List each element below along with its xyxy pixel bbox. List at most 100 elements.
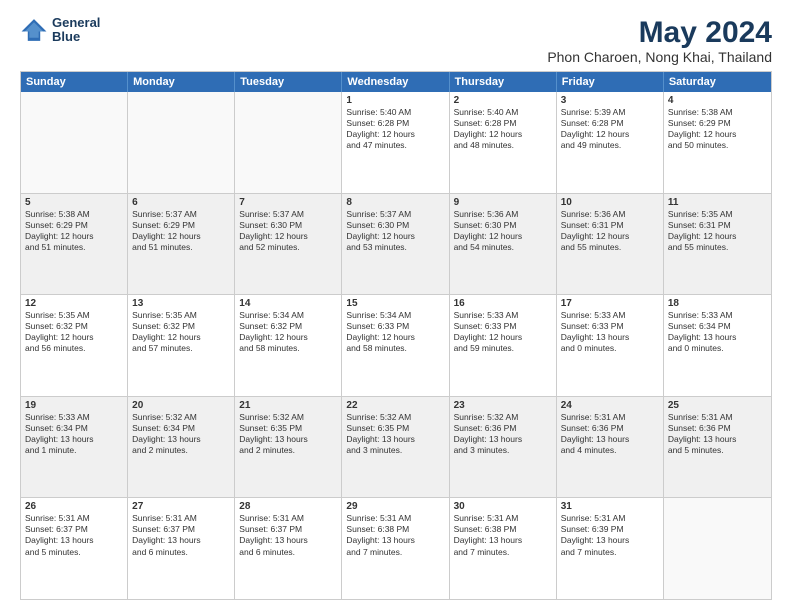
header-thursday: Thursday — [450, 72, 557, 92]
calendar-cell: 6Sunrise: 5:37 AM Sunset: 6:29 PM Daylig… — [128, 194, 235, 295]
cell-text: Sunrise: 5:34 AM Sunset: 6:33 PM Dayligh… — [346, 310, 444, 354]
logo-text: General Blue — [52, 16, 100, 45]
day-number: 12 — [25, 298, 123, 309]
day-number: 22 — [346, 400, 444, 411]
day-number: 14 — [239, 298, 337, 309]
cell-text: Sunrise: 5:33 AM Sunset: 6:34 PM Dayligh… — [25, 412, 123, 456]
day-number: 15 — [346, 298, 444, 309]
day-number: 27 — [132, 501, 230, 512]
day-number: 9 — [454, 197, 552, 208]
cell-text: Sunrise: 5:37 AM Sunset: 6:29 PM Dayligh… — [132, 209, 230, 253]
day-number: 17 — [561, 298, 659, 309]
calendar-cell: 31Sunrise: 5:31 AM Sunset: 6:39 PM Dayli… — [557, 498, 664, 599]
cell-text: Sunrise: 5:31 AM Sunset: 6:36 PM Dayligh… — [561, 412, 659, 456]
calendar-cell: 5Sunrise: 5:38 AM Sunset: 6:29 PM Daylig… — [21, 194, 128, 295]
cell-text: Sunrise: 5:31 AM Sunset: 6:38 PM Dayligh… — [346, 513, 444, 557]
cell-text: Sunrise: 5:34 AM Sunset: 6:32 PM Dayligh… — [239, 310, 337, 354]
cell-text: Sunrise: 5:38 AM Sunset: 6:29 PM Dayligh… — [668, 107, 767, 151]
header-tuesday: Tuesday — [235, 72, 342, 92]
day-number: 31 — [561, 501, 659, 512]
cell-text: Sunrise: 5:31 AM Sunset: 6:37 PM Dayligh… — [25, 513, 123, 557]
cell-text: Sunrise: 5:33 AM Sunset: 6:33 PM Dayligh… — [454, 310, 552, 354]
day-number: 16 — [454, 298, 552, 309]
day-number: 10 — [561, 197, 659, 208]
day-number: 23 — [454, 400, 552, 411]
calendar-row-0: 1Sunrise: 5:40 AM Sunset: 6:28 PM Daylig… — [21, 92, 771, 193]
day-number: 30 — [454, 501, 552, 512]
day-number: 24 — [561, 400, 659, 411]
calendar-cell: 15Sunrise: 5:34 AM Sunset: 6:33 PM Dayli… — [342, 295, 449, 396]
calendar-cell: 3Sunrise: 5:39 AM Sunset: 6:28 PM Daylig… — [557, 92, 664, 193]
cell-text: Sunrise: 5:33 AM Sunset: 6:33 PM Dayligh… — [561, 310, 659, 354]
day-number: 8 — [346, 197, 444, 208]
cell-text: Sunrise: 5:32 AM Sunset: 6:36 PM Dayligh… — [454, 412, 552, 456]
cell-text: Sunrise: 5:35 AM Sunset: 6:32 PM Dayligh… — [132, 310, 230, 354]
calendar-cell: 16Sunrise: 5:33 AM Sunset: 6:33 PM Dayli… — [450, 295, 557, 396]
day-number: 18 — [668, 298, 767, 309]
cell-text: Sunrise: 5:40 AM Sunset: 6:28 PM Dayligh… — [346, 107, 444, 151]
calendar-cell: 14Sunrise: 5:34 AM Sunset: 6:32 PM Dayli… — [235, 295, 342, 396]
calendar-cell: 30Sunrise: 5:31 AM Sunset: 6:38 PM Dayli… — [450, 498, 557, 599]
calendar-cell: 26Sunrise: 5:31 AM Sunset: 6:37 PM Dayli… — [21, 498, 128, 599]
day-number: 28 — [239, 501, 337, 512]
header-sunday: Sunday — [21, 72, 128, 92]
calendar-header: Sunday Monday Tuesday Wednesday Thursday… — [21, 72, 771, 92]
calendar-cell: 13Sunrise: 5:35 AM Sunset: 6:32 PM Dayli… — [128, 295, 235, 396]
cell-text: Sunrise: 5:37 AM Sunset: 6:30 PM Dayligh… — [239, 209, 337, 253]
calendar-body: 1Sunrise: 5:40 AM Sunset: 6:28 PM Daylig… — [21, 92, 771, 599]
cell-text: Sunrise: 5:32 AM Sunset: 6:35 PM Dayligh… — [239, 412, 337, 456]
calendar-cell: 18Sunrise: 5:33 AM Sunset: 6:34 PM Dayli… — [664, 295, 771, 396]
title-block: May 2024 Phon Charoen, Nong Khai, Thaila… — [547, 16, 772, 65]
cell-text: Sunrise: 5:31 AM Sunset: 6:38 PM Dayligh… — [454, 513, 552, 557]
logo-icon — [20, 16, 48, 44]
header-saturday: Saturday — [664, 72, 771, 92]
calendar-cell: 12Sunrise: 5:35 AM Sunset: 6:32 PM Dayli… — [21, 295, 128, 396]
day-number: 19 — [25, 400, 123, 411]
cell-text: Sunrise: 5:39 AM Sunset: 6:28 PM Dayligh… — [561, 107, 659, 151]
month-title: May 2024 — [547, 16, 772, 49]
cell-text: Sunrise: 5:36 AM Sunset: 6:31 PM Dayligh… — [561, 209, 659, 253]
cell-text: Sunrise: 5:35 AM Sunset: 6:31 PM Dayligh… — [668, 209, 767, 253]
calendar-cell: 9Sunrise: 5:36 AM Sunset: 6:30 PM Daylig… — [450, 194, 557, 295]
day-number: 11 — [668, 197, 767, 208]
header-monday: Monday — [128, 72, 235, 92]
calendar-cell: 27Sunrise: 5:31 AM Sunset: 6:37 PM Dayli… — [128, 498, 235, 599]
calendar-row-1: 5Sunrise: 5:38 AM Sunset: 6:29 PM Daylig… — [21, 193, 771, 295]
cell-text: Sunrise: 5:31 AM Sunset: 6:36 PM Dayligh… — [668, 412, 767, 456]
day-number: 7 — [239, 197, 337, 208]
calendar-cell: 25Sunrise: 5:31 AM Sunset: 6:36 PM Dayli… — [664, 397, 771, 498]
calendar-cell: 17Sunrise: 5:33 AM Sunset: 6:33 PM Dayli… — [557, 295, 664, 396]
calendar-row-2: 12Sunrise: 5:35 AM Sunset: 6:32 PM Dayli… — [21, 294, 771, 396]
cell-text: Sunrise: 5:35 AM Sunset: 6:32 PM Dayligh… — [25, 310, 123, 354]
cell-text: Sunrise: 5:31 AM Sunset: 6:37 PM Dayligh… — [132, 513, 230, 557]
day-number: 1 — [346, 95, 444, 106]
calendar-cell: 7Sunrise: 5:37 AM Sunset: 6:30 PM Daylig… — [235, 194, 342, 295]
day-number: 26 — [25, 501, 123, 512]
location-title: Phon Charoen, Nong Khai, Thailand — [547, 49, 772, 65]
calendar-cell: 4Sunrise: 5:38 AM Sunset: 6:29 PM Daylig… — [664, 92, 771, 193]
calendar-cell: 29Sunrise: 5:31 AM Sunset: 6:38 PM Dayli… — [342, 498, 449, 599]
calendar-cell — [128, 92, 235, 193]
day-number: 29 — [346, 501, 444, 512]
day-number: 2 — [454, 95, 552, 106]
day-number: 5 — [25, 197, 123, 208]
cell-text: Sunrise: 5:31 AM Sunset: 6:37 PM Dayligh… — [239, 513, 337, 557]
cell-text: Sunrise: 5:36 AM Sunset: 6:30 PM Dayligh… — [454, 209, 552, 253]
page: General Blue May 2024 Phon Charoen, Nong… — [0, 0, 792, 612]
cell-text: Sunrise: 5:31 AM Sunset: 6:39 PM Dayligh… — [561, 513, 659, 557]
day-number: 6 — [132, 197, 230, 208]
calendar-cell: 1Sunrise: 5:40 AM Sunset: 6:28 PM Daylig… — [342, 92, 449, 193]
day-number: 4 — [668, 95, 767, 106]
calendar-cell: 24Sunrise: 5:31 AM Sunset: 6:36 PM Dayli… — [557, 397, 664, 498]
logo: General Blue — [20, 16, 100, 45]
cell-text: Sunrise: 5:37 AM Sunset: 6:30 PM Dayligh… — [346, 209, 444, 253]
calendar-cell — [21, 92, 128, 193]
day-number: 13 — [132, 298, 230, 309]
header-wednesday: Wednesday — [342, 72, 449, 92]
calendar-cell: 19Sunrise: 5:33 AM Sunset: 6:34 PM Dayli… — [21, 397, 128, 498]
calendar-cell: 8Sunrise: 5:37 AM Sunset: 6:30 PM Daylig… — [342, 194, 449, 295]
header: General Blue May 2024 Phon Charoen, Nong… — [20, 16, 772, 65]
calendar-cell: 21Sunrise: 5:32 AM Sunset: 6:35 PM Dayli… — [235, 397, 342, 498]
cell-text: Sunrise: 5:32 AM Sunset: 6:34 PM Dayligh… — [132, 412, 230, 456]
day-number: 20 — [132, 400, 230, 411]
